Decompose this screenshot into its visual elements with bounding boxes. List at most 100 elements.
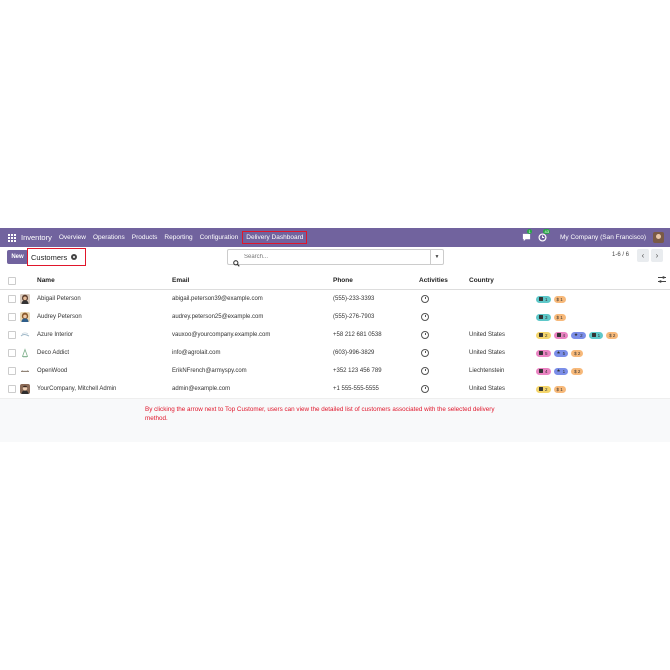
row-checkbox[interactable] [8,331,16,339]
dollar-icon[interactable]: $ 1 [553,295,566,303]
row-phone: +352 123 456 789 [333,368,382,374]
table-row[interactable]: Azure Interior vauxoo@yourcompany.exampl… [0,326,670,345]
optional-columns-icon[interactable] [658,276,666,283]
dollar-icon[interactable]: $ 2 [606,331,619,339]
menu-delivery-dashboard[interactable]: Delivery Dashboard [242,231,308,244]
activity-clock-icon[interactable] [421,380,429,398]
pager-next-button[interactable]: › [651,249,663,262]
row-email: audrey.peterson25@example.com [172,314,264,320]
row-phone: (603)-996-3829 [333,350,375,356]
star-icon[interactable]: ★ 5 [553,349,569,357]
row-email: vauxoo@yourcompany.example.com [172,332,271,338]
activities-count-badge: 43 [543,229,551,234]
gear-icon[interactable] [71,254,78,260]
company-switcher[interactable]: My Company (San Francisco) [560,234,646,241]
column-name[interactable]: Name [37,272,55,289]
dollar-icon[interactable]: $ 2 [571,367,584,375]
row-checkbox[interactable] [8,295,16,303]
dollar-icon[interactable]: $ 1 [553,385,566,393]
row-country: United States [469,350,506,356]
apps-menu-icon[interactable] [8,233,16,242]
pager-previous-button[interactable]: ‹ [637,249,649,262]
row-name: OpenWood [37,368,68,374]
activity-clock-icon[interactable] [421,308,429,326]
activities-icon[interactable]: 43 [538,229,551,242]
table-row[interactable]: Audrey Peterson audrey.peterson25@exampl… [0,308,670,327]
row-email: info@agrolait.com [172,350,221,356]
row-checkbox[interactable] [8,367,16,375]
column-country[interactable]: Country [469,272,494,289]
messages-icon[interactable]: 1 [522,229,533,242]
calendar-icon[interactable]: 2 [536,385,551,393]
row-phone: (555)-233-3393 [333,296,375,302]
search-options-toggle[interactable]: ▼ [430,250,443,264]
table-row[interactable]: Abigail Peterson abigail.peterson39@exam… [0,290,670,309]
top-navbar: Inventory Overview Operations Products R… [0,228,670,247]
table-row[interactable]: OpenWood ErikNFrench@armyspy.com +352 12… [0,362,670,381]
messages-count-badge: 1 [527,229,533,234]
row-country: Liechtenstein [469,368,505,374]
row-name: Azure Interior [37,332,74,338]
row-name: Deco Addict [37,350,70,356]
edit-icon[interactable]: 5 [536,349,551,357]
row-phone: +1 555-555-5555 [333,386,379,392]
avatar [20,348,30,358]
table-row[interactable]: Deco Addict info@agrolait.com (603)-996-… [0,344,670,363]
row-name: Abigail Peterson [37,296,81,302]
control-panel: New Customers ▼ 1-6 / 6 ‹ › [0,247,670,273]
user-avatar[interactable] [653,232,664,243]
row-checkbox[interactable] [8,349,16,357]
menu-configuration[interactable]: Configuration [200,234,239,241]
activity-clock-icon[interactable] [421,326,429,344]
avatar [20,312,30,322]
row-name: YourCompany, Mitchell Admin [37,386,117,392]
new-button[interactable]: New [7,250,28,264]
row-country: United States [469,332,506,338]
column-activities[interactable]: Activities [419,272,448,289]
table-row[interactable]: YourCompany, Mitchell Admin admin@exampl… [0,380,670,399]
row-checkbox[interactable] [8,313,16,321]
column-email[interactable]: Email [172,272,189,289]
page-title: Customers [31,252,68,262]
calendar-icon[interactable]: 2 [536,331,551,339]
activity-clock-icon[interactable] [421,344,429,362]
row-email: admin@example.com [172,386,231,392]
avatar [20,294,30,304]
activity-clock-icon[interactable] [421,362,429,380]
select-all-checkbox[interactable] [8,276,16,285]
edit-icon[interactable]: 4 [536,367,551,375]
briefcase-icon[interactable]: 3 [536,313,551,321]
app-name[interactable]: Inventory [21,233,52,242]
briefcase-icon[interactable]: 1 [588,331,604,339]
column-phone[interactable]: Phone [333,272,353,289]
search-bar[interactable]: ▼ [227,249,444,267]
row-tags: 3 $ 1 [536,308,566,326]
avatar [20,366,30,376]
row-country: United States [469,386,506,392]
row-tags: 2 $ 1 [536,380,566,398]
row-tags: 5 ★ 5 $ 2 [536,344,584,362]
menu-products[interactable]: Products [132,234,158,241]
app-window: Inventory Overview Operations Products R… [0,228,670,442]
annotation-note: By clicking the arrow next to Top Custom… [145,406,495,422]
star-icon[interactable]: ★ 2 [571,331,586,339]
breadcrumb: Customers [27,248,87,266]
row-tags: 1 $ 1 [536,290,566,308]
pager-value[interactable]: 1-6 / 6 [612,252,629,258]
row-checkbox[interactable] [8,385,16,393]
dollar-icon[interactable]: $ 2 [571,349,584,357]
activity-clock-icon[interactable] [421,290,429,308]
briefcase-icon[interactable]: 1 [536,295,551,303]
list-header: Name Email Phone Activities Country [0,272,670,290]
row-tags: 4 ★ 1 $ 2 [536,362,584,380]
avatar [20,384,30,394]
search-icon [233,254,240,267]
search-input[interactable] [244,254,414,260]
edit-icon[interactable]: 4 [553,331,569,339]
avatar [20,330,30,340]
menu-overview[interactable]: Overview [59,234,86,241]
menu-operations[interactable]: Operations [93,234,125,241]
menu-reporting[interactable]: Reporting [164,234,192,241]
star-icon[interactable]: ★ 1 [553,367,569,375]
dollar-icon[interactable]: $ 1 [553,313,566,321]
